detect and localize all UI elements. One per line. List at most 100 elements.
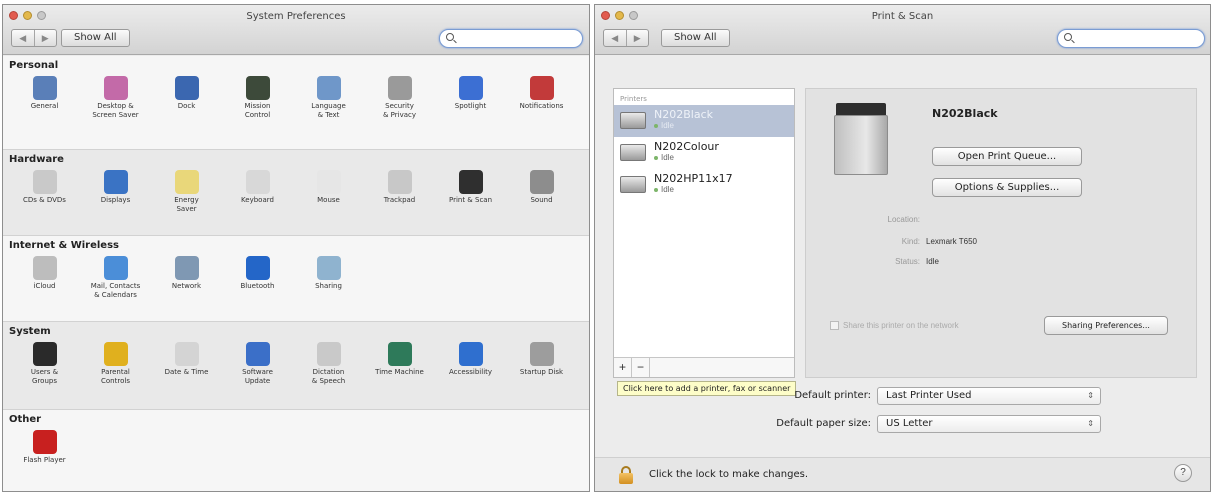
printer-icon bbox=[620, 144, 646, 161]
printer-icon bbox=[620, 176, 646, 193]
general-icon bbox=[32, 76, 57, 100]
printers-list: Printers N202Black Idle N202Colour Idle N202… bbox=[613, 88, 795, 378]
help-button[interactable]: ? bbox=[1174, 464, 1192, 482]
pref-internet-item[interactable]: Mail, Contacts & Calendars bbox=[80, 254, 151, 300]
back-button[interactable]: ◀ bbox=[12, 30, 34, 46]
section-title: Personal bbox=[9, 60, 59, 71]
pref-label: General bbox=[30, 102, 59, 110]
time-machine-icon bbox=[387, 342, 412, 366]
default-paper-label: Default paper size: bbox=[776, 418, 871, 429]
search-input[interactable] bbox=[439, 29, 583, 48]
printer-detail-pane: N202Black Open Print Queue... Options & … bbox=[805, 88, 1197, 378]
forward-button[interactable]: ▶ bbox=[625, 30, 649, 46]
pref-hardware-item[interactable]: Mouse bbox=[293, 168, 364, 214]
pref-label: Print & Scan bbox=[448, 196, 493, 204]
pref-hardware-item[interactable]: Energy Saver bbox=[151, 168, 222, 214]
pref-label: Mail, Contacts & Calendars bbox=[90, 282, 141, 299]
show-all-button[interactable]: Show All bbox=[661, 29, 730, 47]
search-icon bbox=[1064, 33, 1072, 41]
section-title: System bbox=[9, 326, 51, 337]
pref-personal-item[interactable]: General bbox=[9, 74, 80, 120]
location-label: Location: bbox=[887, 215, 920, 224]
pref-system-item[interactable]: Date & Time bbox=[151, 340, 222, 386]
pref-label: Trackpad bbox=[383, 196, 416, 204]
updown-arrows-icon: ⇕ bbox=[1087, 419, 1094, 428]
pref-hardware-item[interactable]: Trackpad bbox=[364, 168, 435, 214]
add-printer-button[interactable]: + bbox=[614, 358, 632, 377]
lock-icon[interactable] bbox=[619, 466, 633, 484]
printer-name: N202HP11x17 bbox=[654, 172, 733, 185]
pref-hardware-item[interactable]: CDs & DVDs bbox=[9, 168, 80, 214]
pref-hardware-item[interactable]: Print & Scan bbox=[435, 168, 506, 214]
notifications-icon bbox=[529, 76, 554, 100]
pref-label: Dock bbox=[177, 102, 196, 110]
pref-internet-item[interactable]: iCloud bbox=[9, 254, 80, 300]
bluetooth-icon bbox=[245, 256, 270, 280]
icon-row: CDs & DVDs Displays Energy Saver Keyboard Mo… bbox=[9, 168, 583, 214]
status-dot-icon bbox=[654, 123, 658, 128]
pref-hardware-item[interactable]: Displays bbox=[80, 168, 151, 214]
pref-personal-item[interactable]: Mission Control bbox=[222, 74, 293, 120]
share-printer-label: Share this printer on the network bbox=[843, 321, 959, 330]
default-paper-select[interactable]: US Letter ⇕ bbox=[877, 415, 1101, 433]
printer-status-text: Idle bbox=[661, 121, 674, 130]
pref-label: Notifications bbox=[519, 102, 564, 110]
forward-button[interactable]: ▶ bbox=[33, 30, 57, 46]
pref-system-item[interactable]: Software Update bbox=[222, 340, 293, 386]
pref-hardware-item[interactable]: Keyboard bbox=[222, 168, 293, 214]
clock-icon bbox=[174, 342, 199, 366]
printer-list-item[interactable]: N202HP11x17 Idle bbox=[614, 169, 794, 201]
options-supplies-button[interactable]: Options & Supplies... bbox=[932, 178, 1082, 197]
default-printer-label: Default printer: bbox=[794, 390, 871, 401]
pref-personal-item[interactable]: Dock bbox=[151, 74, 222, 120]
default-printer-select[interactable]: Last Printer Used ⇕ bbox=[877, 387, 1101, 405]
pref-internet-item[interactable]: Sharing bbox=[293, 254, 364, 300]
printer-list-item[interactable]: N202Black Idle bbox=[614, 105, 794, 137]
pref-label: Spotlight bbox=[454, 102, 487, 110]
kind-label: Kind: bbox=[901, 237, 920, 246]
pref-system-item[interactable]: Startup Disk bbox=[506, 340, 577, 386]
update-icon bbox=[245, 342, 270, 366]
remove-printer-button[interactable]: − bbox=[632, 358, 650, 377]
pref-personal-item[interactable]: Language & Text bbox=[293, 74, 364, 120]
speaker-icon bbox=[529, 170, 554, 194]
pref-label: Displays bbox=[100, 196, 131, 204]
pref-system-item[interactable]: Dictation & Speech bbox=[293, 340, 364, 386]
pref-personal-item[interactable]: Notifications bbox=[506, 74, 577, 120]
pref-label: Bluetooth bbox=[240, 282, 275, 290]
at-icon bbox=[103, 256, 128, 280]
pref-personal-item[interactable]: Security & Privacy bbox=[364, 74, 435, 120]
parental-icon bbox=[103, 342, 128, 366]
pref-system-item[interactable]: Users & Groups bbox=[9, 340, 80, 386]
share-printer-row: Share this printer on the network bbox=[830, 321, 959, 330]
open-print-queue-button[interactable]: Open Print Queue... bbox=[932, 147, 1082, 166]
status-dot-icon bbox=[654, 187, 658, 192]
search-icon bbox=[446, 33, 454, 41]
search-input[interactable] bbox=[1057, 29, 1205, 48]
share-printer-checkbox[interactable] bbox=[830, 321, 839, 330]
pref-internet-item[interactable]: Bluetooth bbox=[222, 254, 293, 300]
pref-label: Desktop & Screen Saver bbox=[92, 102, 139, 119]
sharing-preferences-button[interactable]: Sharing Preferences... bbox=[1044, 316, 1168, 335]
show-all-button[interactable]: Show All bbox=[61, 29, 130, 47]
accessibility-icon bbox=[458, 342, 483, 366]
pref-hardware-item[interactable]: Sound bbox=[506, 168, 577, 214]
section-title: Internet & Wireless bbox=[9, 240, 119, 251]
pref-system-item[interactable]: Accessibility bbox=[435, 340, 506, 386]
pref-other-item[interactable]: Flash Player bbox=[9, 428, 80, 465]
pref-system-item[interactable]: Parental Controls bbox=[80, 340, 151, 386]
globe-icon bbox=[174, 256, 199, 280]
right-window-title: Print & Scan bbox=[871, 11, 934, 22]
pref-personal-item[interactable]: Spotlight bbox=[435, 74, 506, 120]
right-titlebar: Print & Scan ◀ ▶ Show All bbox=[595, 5, 1210, 55]
kind-value: Lexmark T650 bbox=[926, 237, 977, 246]
pref-label: Software Update bbox=[242, 368, 273, 385]
pref-label: Language & Text bbox=[311, 102, 346, 119]
pref-personal-item[interactable]: Desktop & Screen Saver bbox=[80, 74, 151, 120]
pref-internet-item[interactable]: Network bbox=[151, 254, 222, 300]
printer-list-item[interactable]: N202Colour Idle bbox=[614, 137, 794, 169]
print-scan-window: Print & Scan ◀ ▶ Show All Printers N202B… bbox=[594, 4, 1211, 492]
back-button[interactable]: ◀ bbox=[604, 30, 626, 46]
printer-items: N202Black Idle N202Colour Idle N202HP11x17 Id… bbox=[614, 105, 794, 201]
pref-system-item[interactable]: Time Machine bbox=[364, 340, 435, 386]
